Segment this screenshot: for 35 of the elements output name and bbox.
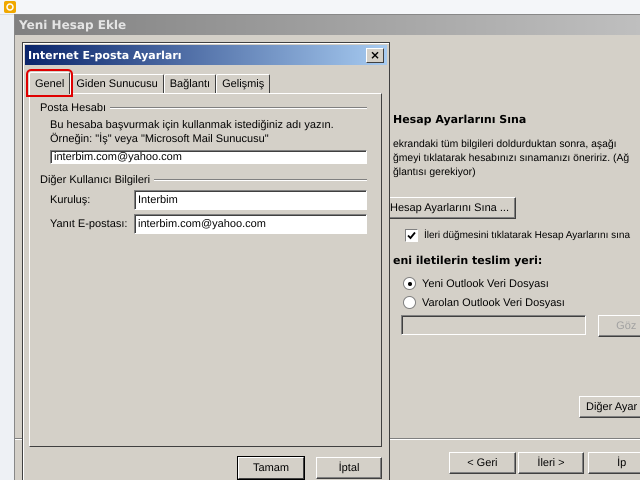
more-settings-button[interactable]: Diğer Ayar bbox=[579, 396, 640, 418]
tab[interactable]: Giden Sunucusu bbox=[70, 74, 164, 93]
tab[interactable]: Genel bbox=[29, 72, 70, 94]
section-title: Hesap Ayarlarını Sına bbox=[393, 113, 528, 126]
radio-button[interactable] bbox=[403, 296, 416, 309]
radio-label: Varolan Outlook Veri Dosyası bbox=[422, 296, 565, 308]
radio-label: Yeni Outlook Veri Dosyası bbox=[422, 278, 549, 290]
text-field[interactable]: interbim.com@yahoo.com bbox=[134, 214, 367, 234]
group-title: Diğer Kullanıcı Bilgileri bbox=[40, 174, 150, 186]
checkbox-label: İleri düğmesini tıklatarak Hesap Ayarlarını sına bbox=[424, 230, 630, 241]
tab[interactable]: Gelişmiş bbox=[216, 74, 270, 93]
group-title: Posta Hesabı bbox=[40, 102, 106, 114]
description-text: ğmeyi tıklatarak hesabınızı sınamanızı öneririz. (Ağ bbox=[393, 152, 630, 166]
account-name-field[interactable]: interbim.com@yahoo.com bbox=[50, 150, 367, 164]
text-field[interactable]: Interbim bbox=[134, 190, 367, 210]
hint-text: Örneğin: "İş" veya "Microsoft Mail Sunucusu" bbox=[50, 132, 270, 146]
file-path-field[interactable] bbox=[401, 315, 586, 335]
field-label: Kuruluş: bbox=[50, 194, 92, 206]
field-label: Yanıt E-postası: bbox=[50, 218, 128, 230]
dialog-button[interactable]: İptal bbox=[316, 457, 382, 479]
hint-text: Bu hesaba başvurmak için kullanmak istediğiniz adı yazın. bbox=[50, 118, 335, 132]
checkbox[interactable] bbox=[405, 229, 418, 242]
wizard-button[interactable]: < Geri bbox=[449, 452, 516, 474]
radio-button[interactable] bbox=[403, 277, 416, 290]
check-icon bbox=[407, 231, 416, 240]
dialog-button[interactable]: Tamam bbox=[238, 457, 304, 479]
close-button[interactable]: × bbox=[366, 48, 384, 62]
section-title: eni iletilerin teslim yeri: bbox=[393, 254, 544, 267]
description-text: ğlantısı gerekiyor) bbox=[393, 166, 477, 180]
dialog-title: Internet E-posta Ayarları bbox=[28, 48, 182, 62]
window-title: Yeni Hesap Ekle bbox=[15, 15, 640, 35]
wizard-button[interactable]: İleri > bbox=[518, 452, 584, 474]
tab[interactable]: Bağlantı bbox=[164, 74, 216, 93]
wizard-button[interactable]: İp bbox=[588, 452, 640, 474]
description-text: ekrandaki tüm bilgileri doldurduktan sonra, aşağı bbox=[393, 138, 618, 152]
